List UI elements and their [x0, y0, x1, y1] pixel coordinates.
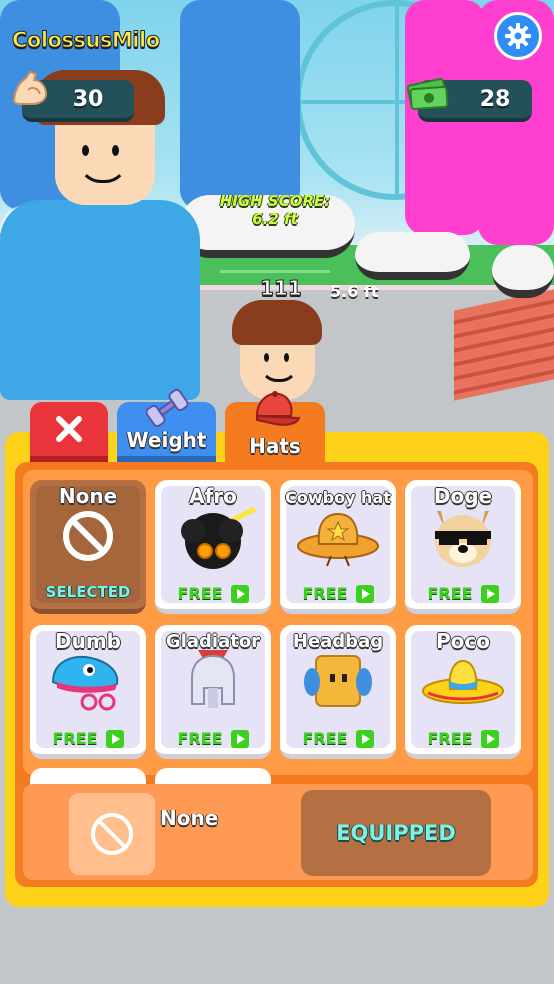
settings-button[interactable]	[494, 12, 542, 60]
price-label: FREE	[177, 584, 223, 603]
player-name: ColossusMilo	[12, 28, 161, 53]
item-name: Headbag	[292, 631, 384, 652]
watch-ad-icon	[230, 584, 249, 603]
small-character-eye	[264, 353, 269, 362]
afro-icon	[165, 501, 261, 575]
strength-value: 30	[72, 86, 104, 112]
close-icon	[56, 416, 82, 442]
gear-icon	[505, 23, 531, 49]
watch-ad-icon	[480, 729, 499, 748]
giant-shoe	[355, 232, 470, 280]
small-character-eye	[284, 353, 289, 362]
high-score-value: 6.2 ft	[252, 210, 298, 228]
close-tab-button[interactable]	[30, 402, 108, 462]
hat-item-afro[interactable]: Afro FREE	[155, 480, 271, 614]
watch-ad-icon	[355, 584, 374, 603]
gladiator-helmet-icon	[178, 644, 248, 722]
price-label: FREE	[177, 729, 223, 748]
high-score-label: HIGH SCORE:	[219, 192, 331, 210]
hat-item-cowboy-hat[interactable]: Cowboy hat FREE	[280, 480, 396, 614]
distance-label: 5.6 ft	[330, 282, 379, 301]
tab-hats-label: Hats	[249, 434, 301, 458]
item-name: Gladiator	[165, 631, 261, 652]
doge-icon	[423, 501, 503, 575]
watch-ad-icon	[105, 729, 124, 748]
item-name: Doge	[433, 484, 493, 508]
dumb-hat-icon	[45, 646, 131, 720]
giant-shoe	[492, 245, 554, 298]
tab-hats[interactable]: Hats	[225, 391, 325, 462]
player-character-body	[0, 200, 200, 400]
cowboy-hat-icon	[293, 504, 383, 572]
no-icon	[91, 813, 133, 855]
item-name: Afro	[189, 484, 237, 508]
headbag-icon	[298, 644, 378, 722]
item-name: Cowboy hat	[285, 488, 391, 507]
hat-item-poco[interactable]: Poco FREE	[405, 625, 521, 759]
price-label: FREE	[427, 584, 473, 603]
price-label: FREE	[427, 729, 473, 748]
item-price: FREE	[280, 584, 396, 603]
hat-item-dumb[interactable]: Dumb FREE	[30, 625, 146, 759]
item-price: FREE	[30, 729, 146, 748]
watch-ad-icon	[355, 729, 374, 748]
price-label: FREE	[302, 584, 348, 603]
hat-item-none[interactable]: None SELECTED	[30, 480, 146, 614]
item-name: None	[58, 484, 118, 508]
watch-ad-icon	[480, 584, 499, 603]
cap-icon	[247, 388, 303, 437]
high-score: HIGH SCORE: 6.2 ft	[210, 192, 340, 228]
equipped-item-name: None	[160, 806, 219, 830]
price-label: FREE	[52, 729, 98, 748]
throw-counter: 111	[260, 276, 303, 301]
cash-value: 28	[479, 86, 511, 112]
item-price: FREE	[405, 584, 521, 603]
track-line	[220, 270, 330, 273]
no-icon	[60, 508, 116, 568]
player-eye	[82, 145, 89, 156]
item-name: Poco	[436, 629, 490, 653]
muscle-icon	[4, 62, 56, 114]
item-price: FREE	[405, 729, 521, 748]
player-eye	[112, 145, 119, 156]
watch-ad-icon	[230, 729, 249, 748]
small-character-hair	[232, 300, 322, 345]
equipped-thumbnail	[69, 793, 155, 875]
equip-button[interactable]: EQUIPPED	[301, 790, 491, 876]
hat-item-doge[interactable]: Doge FREE	[405, 480, 521, 614]
item-price: FREE	[155, 584, 271, 603]
item-price: FREE	[155, 729, 271, 748]
tab-weight[interactable]: Weight	[117, 388, 216, 462]
dumbbell-icon	[143, 388, 191, 433]
sombrero-icon	[418, 649, 508, 717]
cash-icon	[402, 68, 454, 120]
selected-badge: SELECTED	[45, 583, 131, 601]
giant-leg-blue	[180, 0, 300, 210]
hat-item-headbag[interactable]: Headbag FREE	[280, 625, 396, 759]
item-price: FREE	[280, 729, 396, 748]
item-name: Dumb	[55, 629, 121, 653]
price-label: FREE	[302, 729, 348, 748]
hat-item-gladiator[interactable]: Gladiator FREE	[155, 625, 271, 759]
